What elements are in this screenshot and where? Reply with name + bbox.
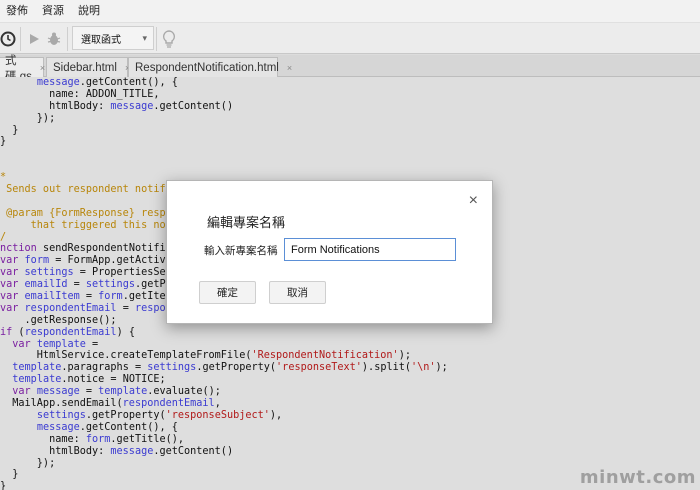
code-line: MailApp.sendEmail(respondentEmail, (0, 398, 221, 410)
code-line: htmlBody: message.getContent() (0, 445, 234, 457)
code-line: template.paragraphs = settings.getProper… (12, 362, 448, 374)
run-icon[interactable] (24, 29, 44, 49)
dialog-title: 編輯專案名稱 (207, 215, 286, 230)
code-line: message.getContent(), { (36, 421, 178, 433)
code-line: }); (0, 112, 56, 124)
close-icon[interactable]: × (287, 63, 292, 73)
code-line: }); (0, 457, 56, 469)
code-line: if (respondentEmail) { (0, 326, 135, 338)
code-line: name: form.getTitle(), (0, 433, 185, 445)
debug-bug-icon[interactable] (44, 29, 64, 49)
code-line: } (0, 136, 7, 148)
project-name-label: 輸入新專案名稱 (204, 245, 278, 257)
menu-help[interactable]: 說明 (72, 0, 108, 22)
lightbulb-icon[interactable] (159, 29, 179, 49)
menu-resources[interactable]: 資源 (36, 0, 72, 22)
code-line: htmlBody: message.getContent() (0, 100, 234, 112)
menu-publish[interactable]: 發佈 (0, 0, 36, 22)
code-line: } (0, 469, 19, 481)
close-icon[interactable]: × (40, 63, 45, 73)
cancel-button[interactable]: 取消 (269, 281, 326, 304)
code-line: var message = template.evaluate(); (12, 386, 221, 398)
code-line: name: ADDON_TITLE, (0, 88, 160, 100)
watermark-logo: minwt.com (579, 467, 696, 488)
close-icon[interactable]: × (469, 193, 478, 209)
tab-respondent-notification-html[interactable]: RespondentNotification.html × (128, 57, 292, 77)
code-line: template.notice = NOTICE; (12, 374, 166, 386)
code-line: } (0, 481, 7, 490)
tab-label: Sidebar.html (53, 61, 117, 74)
file-tabs: 式碼.gs × Sidebar.html × RespondentNotific… (0, 55, 700, 83)
tab-code-gs[interactable]: 式碼.gs × (0, 55, 45, 83)
code-line: HtmlService.createTemplateFromFile('Resp… (0, 350, 411, 362)
project-name-input[interactable] (284, 238, 456, 261)
chevron-down-icon: ▾ (142, 33, 147, 43)
function-select-label: 選取函式 (81, 34, 121, 46)
clock-trigger-icon[interactable] (0, 29, 18, 49)
tab-sidebar-html[interactable]: Sidebar.html × (46, 57, 130, 77)
code-line: var template = (12, 338, 99, 350)
code-line: settings.getProperty('responseSubject'), (36, 409, 283, 421)
code-line: message.getContent(), { (36, 77, 178, 88)
rename-project-dialog: 編輯專案名稱 × 輸入新專案名稱 確定 取消 (166, 180, 493, 324)
menu-bar: 發佈 資源 說明 (0, 0, 700, 22)
function-select[interactable]: 選取函式 ▾ (72, 26, 154, 50)
tab-label: RespondentNotification.html (135, 61, 279, 74)
ok-button[interactable]: 確定 (199, 281, 256, 304)
code-line: } (0, 124, 19, 136)
